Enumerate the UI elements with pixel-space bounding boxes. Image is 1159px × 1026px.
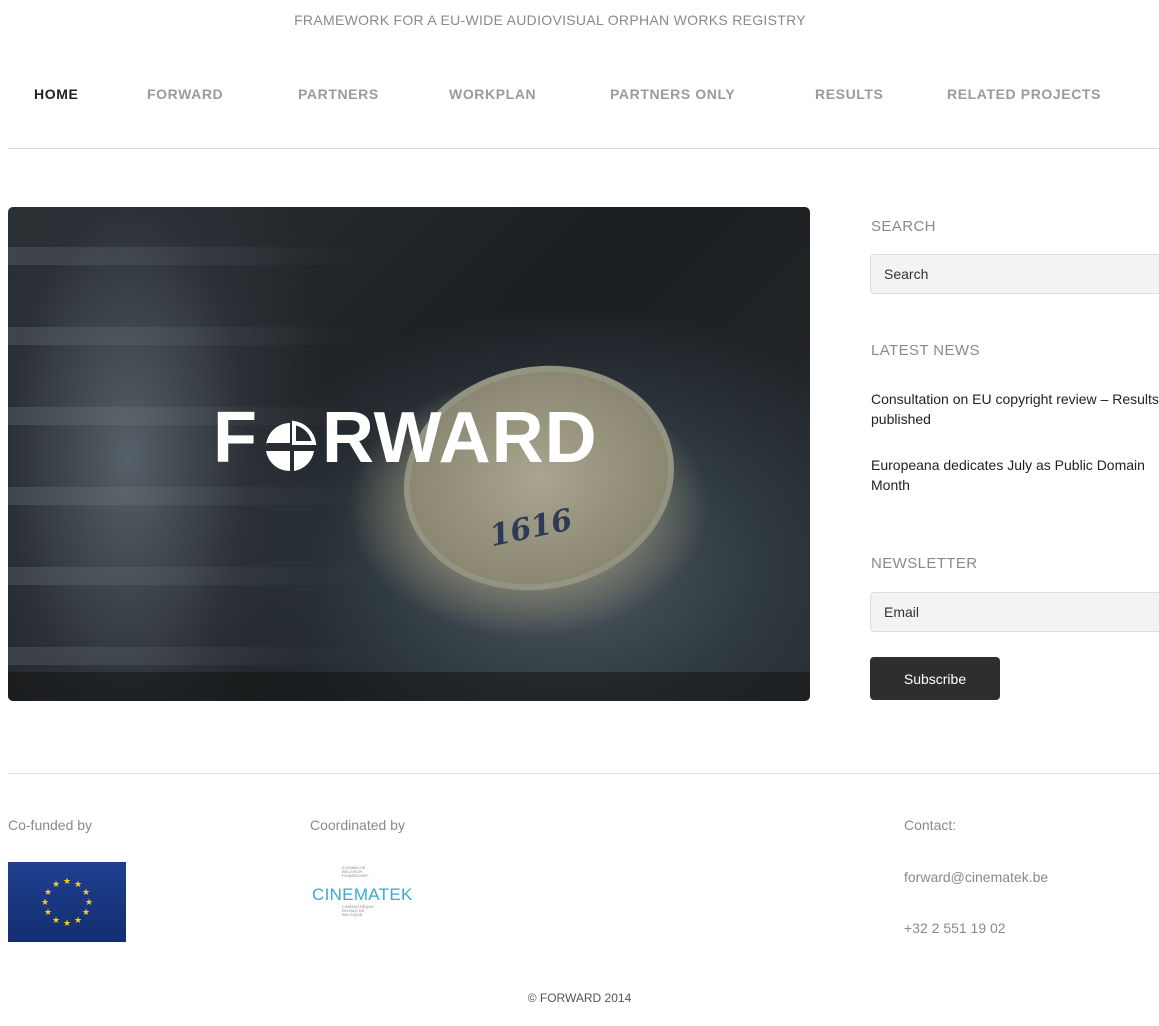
svg-text:★: ★ (44, 888, 52, 898)
svg-text:★: ★ (82, 888, 90, 898)
contact-label: Contact: (904, 817, 957, 833)
logo-letters-rward: RWARD (321, 398, 598, 478)
contact-phone: +32 2 551 19 02 (904, 920, 1006, 936)
coordinated-label: Coordinated by (310, 817, 405, 833)
reel-number: 1616 (486, 502, 576, 555)
latest-news-heading: LATEST NEWS (871, 342, 980, 359)
hero-caption-bar (8, 672, 810, 701)
footer-divider (8, 773, 1159, 774)
email-field[interactable] (870, 592, 1159, 632)
nav-item-partners-only[interactable]: PARTNERS ONLY (610, 86, 735, 102)
nav-item-forward[interactable]: FORWARD (147, 86, 223, 102)
svg-text:★: ★ (52, 880, 60, 890)
nav-item-home[interactable]: HOME (34, 86, 78, 102)
contact-email-link[interactable]: forward@cinematek.be (904, 869, 1048, 885)
cinematek-top-text: KONINKLIJK BELGISCH FILMARCHIEF (342, 865, 369, 878)
copyright-notice: © FORWARD 2014 (527, 991, 632, 1005)
svg-text:★: ★ (41, 898, 49, 908)
svg-text:★: ★ (44, 908, 52, 918)
site-tagline: FRAMEWORK FOR A EU-WIDE AUDIOVISUAL ORPH… (294, 12, 806, 28)
svg-text:★: ★ (85, 898, 93, 908)
cinematek-name: CINEMATEK (312, 885, 413, 904)
cofunded-label: Co-funded by (8, 817, 93, 833)
svg-text:★: ★ (74, 916, 82, 926)
logo-letter-f: F (213, 398, 258, 478)
svg-text:★: ★ (63, 919, 71, 929)
svg-text:★: ★ (74, 880, 82, 890)
search-input[interactable] (870, 254, 1159, 294)
forward-logo: F RWARD (213, 397, 598, 479)
cinematek-logo[interactable]: KONINKLIJK BELGISCH FILMARCHIEF CINEMATE… (310, 862, 430, 932)
search-heading: SEARCH (871, 218, 936, 235)
nav-item-partners[interactable]: PARTNERS (298, 86, 379, 102)
news-link-copyright-review[interactable]: Consultation on EU copyright review – Re… (871, 389, 1159, 429)
subscribe-button[interactable]: Subscribe (870, 657, 1000, 700)
logo-emblem-icon (262, 410, 318, 472)
nav-item-results[interactable]: RESULTS (815, 86, 884, 102)
svg-text:★: ★ (82, 908, 90, 918)
news-link-europeana-july[interactable]: Europeana dedicates July as Public Domai… (871, 455, 1159, 495)
eu-flag-icon[interactable]: ★ ★ ★ ★ ★ ★ ★ ★ ★ ★ ★ ★ (8, 862, 126, 942)
header-divider (8, 148, 1159, 149)
newsletter-heading: NEWSLETTER (871, 555, 978, 572)
svg-text:★: ★ (63, 877, 71, 887)
hero-banner[interactable]: 1616 F RWARD (8, 207, 810, 701)
nav-item-workplan[interactable]: WORKPLAN (449, 86, 536, 102)
main-nav: HOME FORWARD PARTNERS WORKPLAN PARTNERS … (0, 86, 1159, 108)
cinematek-bottom-text: CINÉMATHÈQUE ROYALE DE BELGIQUE (342, 904, 374, 917)
svg-text:★: ★ (52, 916, 60, 926)
nav-item-related-projects[interactable]: RELATED PROJECTS (947, 86, 1101, 102)
